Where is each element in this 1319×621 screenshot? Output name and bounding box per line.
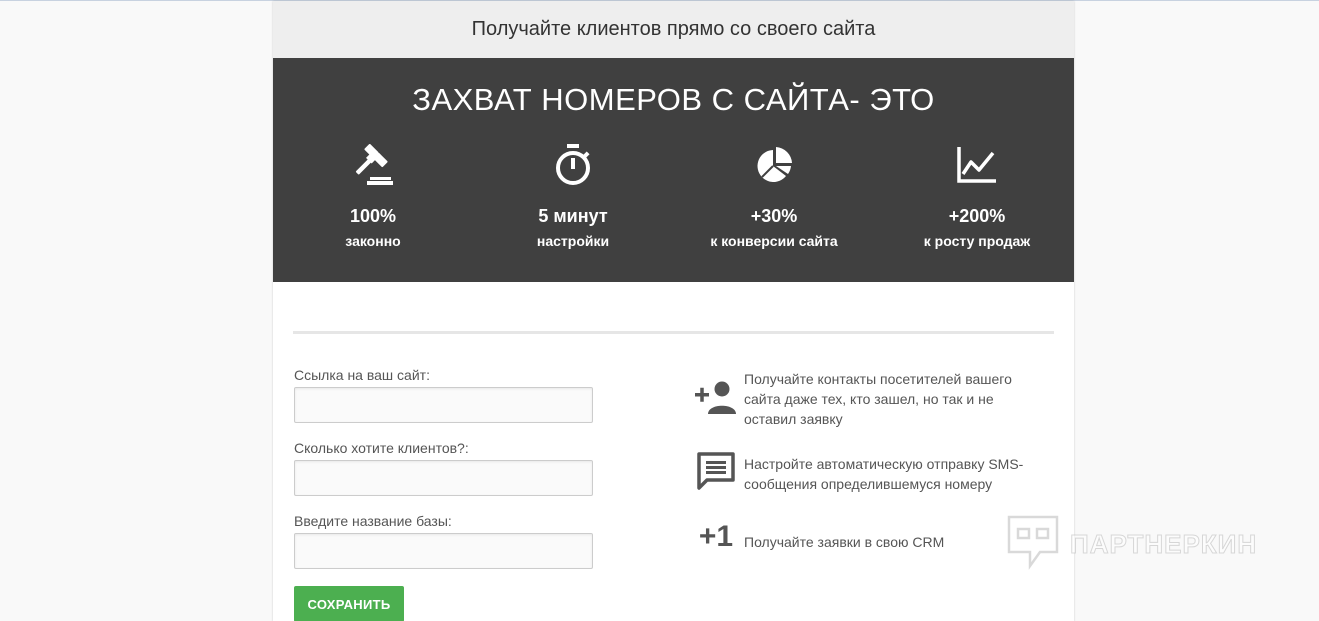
- site-url-label: Ссылка на ваш сайт:: [294, 367, 430, 383]
- stat-value: 100%: [349, 206, 397, 226]
- clients-count-input[interactable]: [294, 460, 593, 496]
- hero-title: ЗАХВАТ НОМЕРОВ С САЙТА- ЭТО: [412, 82, 935, 117]
- message-icon: [693, 451, 739, 491]
- stat-label: законно: [345, 233, 401, 249]
- base-name-input[interactable]: [294, 533, 593, 569]
- hero-section: ЗАХВАТ НОМЕРОВ С САЙТА- ЭТО 100% законно…: [273, 58, 1074, 282]
- stat-value: +30%: [750, 206, 798, 226]
- watermark-text: ПАРТНЕРКИН: [1069, 529, 1258, 560]
- plus-one-icon: +1: [693, 522, 739, 552]
- watermark-logo-icon: [1006, 514, 1060, 575]
- stopwatch-icon: [473, 144, 673, 188]
- gavel-icon: [273, 144, 473, 188]
- stat-label: к росту продаж: [923, 233, 1031, 249]
- page-title: Получайте клиентов прямо со своего сайта: [471, 18, 876, 40]
- stat-legal: 100% законно: [273, 144, 473, 249]
- feature-text: Получайте заявки в свою CRM: [744, 534, 945, 550]
- feature-text: Получайте контакты посетителей вашего са…: [744, 371, 1012, 427]
- clients-count-label: Сколько хотите клиентов?:: [294, 440, 469, 456]
- stat-label: настройки: [536, 233, 610, 249]
- feature-text: Настройте автоматическую отправку SMS-со…: [744, 456, 1024, 492]
- plus-one-symbol: +1: [698, 520, 734, 553]
- site-url-input[interactable]: [294, 387, 593, 423]
- stat-value: +200%: [948, 206, 1006, 226]
- settings-form: Ссылка на ваш сайт: Сколько хотите клиен…: [294, 367, 594, 586]
- line-chart-icon: [877, 144, 1077, 188]
- stat-value: 5 минут: [538, 206, 608, 226]
- save-button[interactable]: СОХРАНИТЬ: [294, 586, 404, 621]
- add-person-icon: [693, 381, 739, 415]
- stat-setup-time: 5 минут настройки: [473, 144, 673, 249]
- main-container: Получайте клиентов прямо со своего сайта…: [273, 1, 1074, 621]
- section-divider: [293, 331, 1054, 334]
- watermark: ПАРТНЕРКИН: [1006, 514, 1257, 575]
- stat-sales: +200% к росту продаж: [877, 144, 1077, 249]
- pie-chart-icon: [674, 144, 874, 188]
- stat-label: к конверсии сайта: [710, 233, 838, 249]
- base-name-label: Введите название базы:: [294, 513, 452, 529]
- page-header: Получайте клиентов прямо со своего сайта: [273, 1, 1074, 58]
- stat-conversion: +30% к конверсии сайта: [674, 144, 874, 249]
